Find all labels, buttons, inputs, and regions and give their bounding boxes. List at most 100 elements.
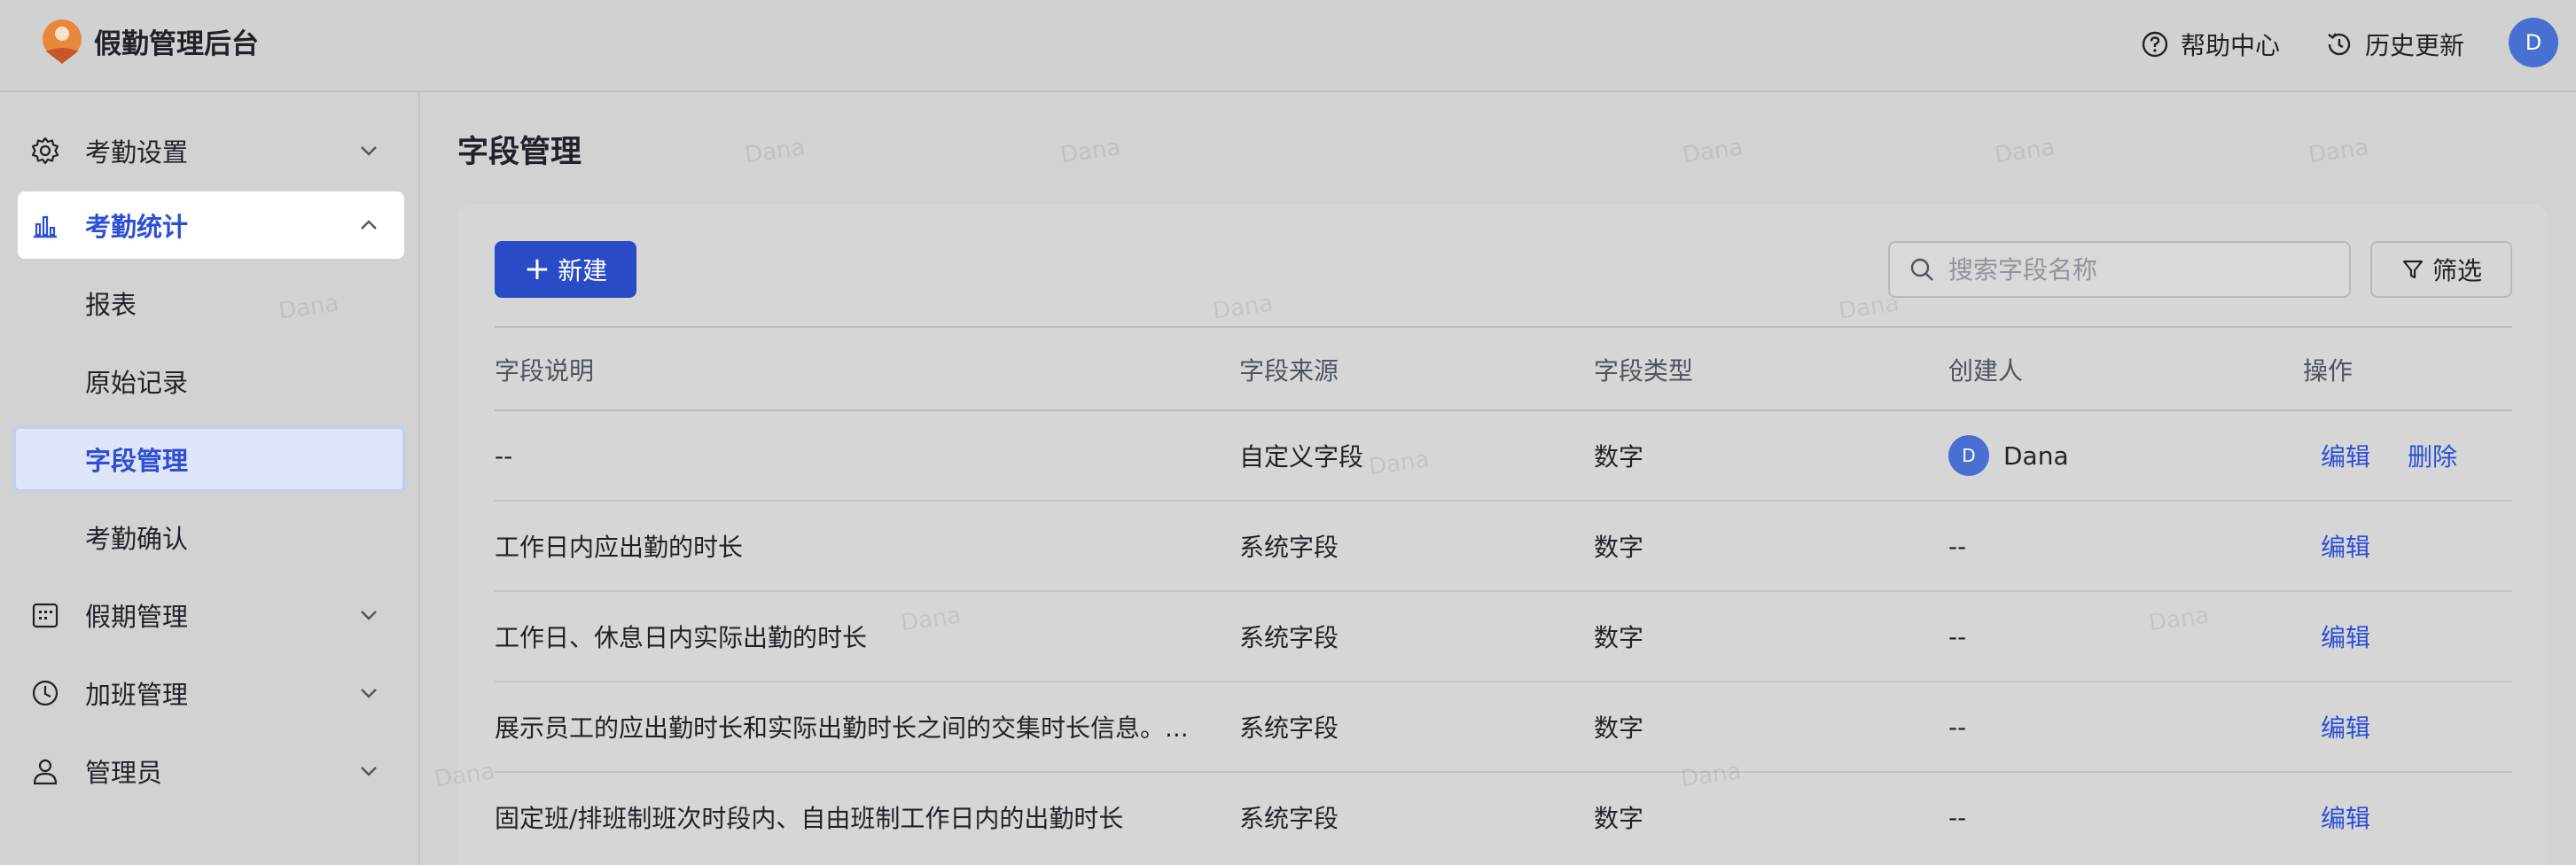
sidebar-item-label: 考勤设置 <box>85 137 189 168</box>
fields-table: 字段说明 字段来源 字段类型 创建人 操作 -- 自定义字段 数字 D Dana… <box>495 326 2512 863</box>
user-avatar[interactable]: D <box>2509 18 2558 67</box>
chevron-down-icon <box>361 611 377 620</box>
table-row: 工作日、休息日内实际出勤的时长 系统字段 数字 -- 编辑 <box>495 592 2512 682</box>
column-header-type: 字段类型 <box>1594 356 1694 386</box>
cell-source: 系统字段 <box>1239 533 1339 562</box>
sidebar-subitem-field-management[interactable]: 字段管理 <box>12 425 406 493</box>
edit-link[interactable]: 编辑 <box>2321 502 2370 590</box>
history-icon <box>2328 33 2351 56</box>
sidebar-subitem-label: 报表 <box>85 290 137 320</box>
delete-link[interactable]: 删除 <box>2408 411 2457 500</box>
cell-type: 数字 <box>1594 804 1644 833</box>
sidebar-item-overtime-management[interactable]: 加班管理 <box>18 659 404 727</box>
app-title: 假勤管理后台 <box>94 28 259 60</box>
sidebar-subitem-label: 考勤确认 <box>85 524 189 554</box>
chevron-down-icon <box>361 146 377 156</box>
sidebar-item-label: 假期管理 <box>85 602 189 632</box>
edit-link-label: 编辑 <box>2321 623 2371 652</box>
history-updates-link[interactable]: 历史更新 <box>2324 25 2464 64</box>
watermark-text: Dana <box>743 134 808 169</box>
new-field-button-label: 新建 <box>558 256 608 285</box>
watermark-text: Dana <box>1058 134 1123 169</box>
edit-link[interactable]: 编辑 <box>2321 682 2370 771</box>
edit-link-label: 编辑 <box>2321 442 2371 471</box>
table-row: -- 自定义字段 数字 D Dana 编辑 删除 <box>495 411 2512 502</box>
cell-creator: -- <box>1948 802 1967 832</box>
column-header-description: 字段说明 <box>495 356 595 386</box>
cell-creator: -- <box>1948 621 1967 651</box>
help-circle-icon <box>2142 31 2168 58</box>
filter-icon <box>2402 260 2424 279</box>
page-title: 字段管理 <box>457 135 582 170</box>
history-updates-label: 历史更新 <box>2365 31 2465 60</box>
sidebar-subitem-label: 原始记录 <box>85 368 189 398</box>
calendar-icon <box>32 603 59 628</box>
column-header-source: 字段来源 <box>1239 356 1339 386</box>
top-header: 假勤管理后台 帮助中心 历史更新 D <box>0 0 2576 92</box>
bar-chart-icon <box>34 215 57 238</box>
watermark-text: Dana <box>1993 134 2057 169</box>
cell-description: 工作日、休息日内实际出勤的时长 <box>495 623 868 652</box>
cell-creator: D Dana <box>1948 411 2069 500</box>
column-header-creator: 创建人 <box>1948 356 2024 386</box>
sidebar-item-attendance-stats[interactable]: 考勤统计 <box>18 191 404 259</box>
cell-creator: -- <box>1948 712 1967 742</box>
edit-link-label: 编辑 <box>2321 804 2371 833</box>
chevron-down-icon <box>361 767 377 776</box>
cell-type: 数字 <box>1594 533 1644 562</box>
edit-link[interactable]: 编辑 <box>2321 592 2370 681</box>
edit-link-label: 编辑 <box>2321 533 2371 562</box>
plus-icon: + <box>523 251 551 287</box>
watermark-text: Dana <box>2307 134 2371 169</box>
chevron-up-icon <box>361 220 377 230</box>
cell-description: 固定班/排班制班次时段内、自由班制工作日内的出勤时长 <box>495 804 1124 833</box>
sidebar-item-administrators[interactable]: 管理员 <box>18 737 404 805</box>
table-row: 展示员工的应出勤时长和实际出勤时长之间的交集时长信息。... 系统字段 数字 -… <box>495 682 2512 773</box>
cell-source: 系统字段 <box>1239 804 1339 833</box>
edit-link[interactable]: 编辑 <box>2321 773 2370 861</box>
cell-source: 自定义字段 <box>1239 442 1364 471</box>
sidebar-item-label: 加班管理 <box>85 680 189 710</box>
delete-link-label: 删除 <box>2408 442 2458 471</box>
cell-source: 系统字段 <box>1239 713 1339 743</box>
cell-creator: -- <box>1948 531 1967 561</box>
filter-button[interactable]: 筛选 <box>2370 241 2512 298</box>
content-card: + 新建 筛选 字段说明 字段来源 字段类型 创建人 操作 -- 自定义字段 数… <box>457 204 2548 865</box>
app-logo-icon <box>43 19 82 64</box>
table-header: 字段说明 字段来源 字段类型 创建人 操作 <box>495 326 2512 411</box>
chevron-down-icon <box>361 689 377 698</box>
creator-name: Dana <box>2003 440 2069 471</box>
sidebar-item-attendance-settings[interactable]: 考勤设置 <box>18 117 404 184</box>
cell-description: -- <box>495 440 513 471</box>
new-field-button[interactable]: + 新建 <box>495 241 636 298</box>
table-row: 固定班/排班制班次时段内、自由班制工作日内的出勤时长 系统字段 数字 -- 编辑 <box>495 773 2512 863</box>
column-header-actions: 操作 <box>2303 356 2354 386</box>
filter-button-label: 筛选 <box>2432 256 2482 285</box>
sidebar-subitem-label: 字段管理 <box>85 446 189 476</box>
sidebar-subitem-raw-records[interactable]: 原始记录 <box>12 347 406 415</box>
clock-icon <box>32 680 59 706</box>
sidebar-item-label: 考勤统计 <box>85 212 189 242</box>
search-input[interactable] <box>1948 254 2338 284</box>
cell-type: 数字 <box>1594 442 1644 471</box>
cell-description: 展示员工的应出勤时长和实际出勤时长之间的交集时长信息。... <box>495 713 1189 743</box>
help-center-link[interactable]: 帮助中心 <box>2140 25 2280 64</box>
cell-description: 工作日内应出勤的时长 <box>495 533 744 562</box>
watermark-text: Dana <box>1681 134 1745 169</box>
cell-type: 数字 <box>1594 623 1644 652</box>
cell-source: 系统字段 <box>1239 623 1339 652</box>
help-center-label: 帮助中心 <box>2181 31 2281 60</box>
sidebar-subitem-attendance-confirm[interactable]: 考勤确认 <box>12 503 406 571</box>
user-icon <box>33 759 58 785</box>
edit-link[interactable]: 编辑 <box>2321 411 2370 500</box>
edit-link-label: 编辑 <box>2321 713 2371 743</box>
search-box[interactable] <box>1888 241 2351 298</box>
table-row: 工作日内应出勤的时长 系统字段 数字 -- 编辑 <box>495 502 2512 592</box>
cell-type: 数字 <box>1594 713 1644 743</box>
sidebar-item-leave-management[interactable]: 假期管理 <box>18 581 404 649</box>
creator-avatar: D <box>1948 435 1989 476</box>
sidebar: 考勤设置 考勤统计 报表 原始记录 字段管理 考勤确认 假期管理 加班管理 管理… <box>0 92 420 865</box>
sidebar-item-label: 管理员 <box>85 758 163 788</box>
sidebar-subitem-reports[interactable]: 报表 <box>12 269 406 337</box>
gear-icon <box>31 136 59 165</box>
